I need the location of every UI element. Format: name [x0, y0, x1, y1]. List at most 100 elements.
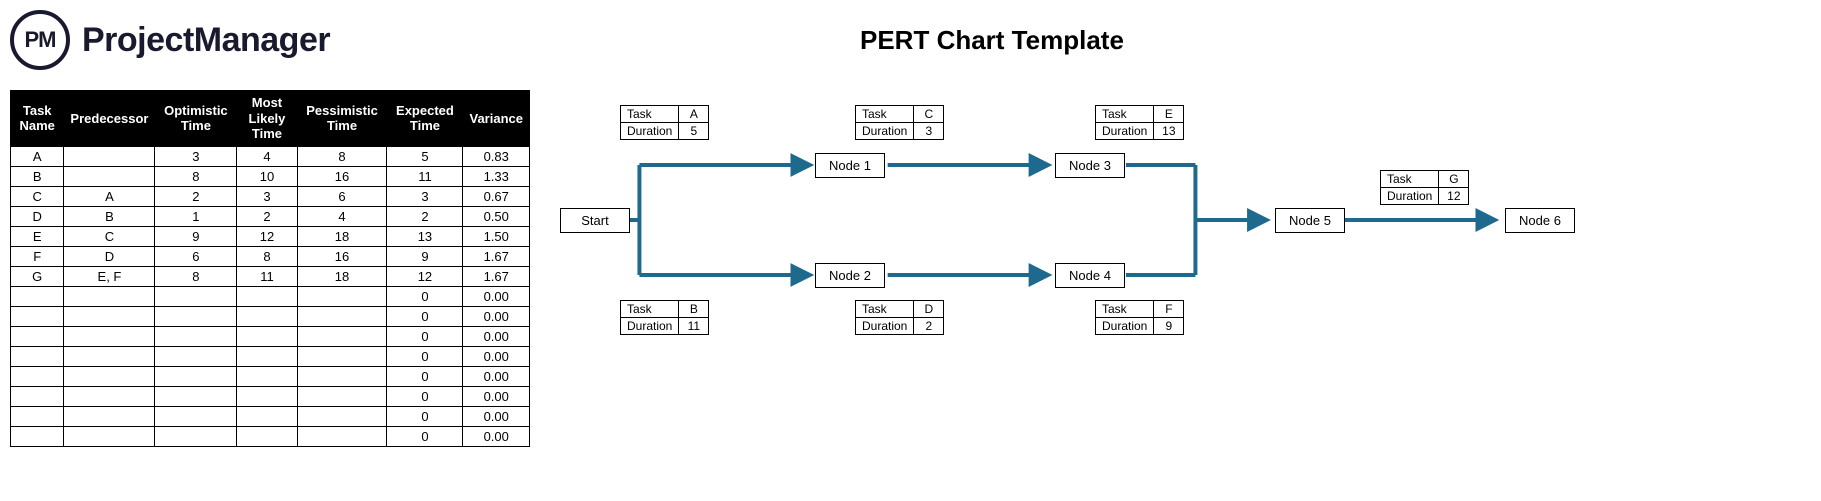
table-cell[interactable]: 1.67 [463, 246, 530, 266]
table-cell[interactable]: 8 [237, 246, 297, 266]
table-cell[interactable] [297, 426, 387, 446]
table-cell[interactable] [237, 386, 297, 406]
table-cell[interactable] [64, 346, 155, 366]
table-cell[interactable] [237, 326, 297, 346]
table-cell[interactable] [237, 306, 297, 326]
table-cell[interactable] [297, 326, 387, 346]
table-cell[interactable] [64, 386, 155, 406]
table-cell[interactable] [155, 286, 237, 306]
table-cell[interactable]: 9 [387, 246, 463, 266]
table-cell[interactable]: 0.83 [463, 146, 530, 166]
table-cell[interactable] [11, 326, 64, 346]
table-cell[interactable]: 3 [237, 186, 297, 206]
table-cell[interactable]: 11 [237, 266, 297, 286]
table-cell[interactable] [11, 286, 64, 306]
table-cell[interactable]: 16 [297, 166, 387, 186]
table-cell[interactable] [155, 346, 237, 366]
table-cell[interactable]: F [11, 246, 64, 266]
table-cell[interactable] [297, 286, 387, 306]
table-cell[interactable] [297, 306, 387, 326]
table-cell[interactable]: 2 [387, 206, 463, 226]
table-cell[interactable]: 0 [387, 326, 463, 346]
table-cell[interactable]: 9 [155, 226, 237, 246]
table-cell[interactable]: G [11, 266, 64, 286]
table-cell[interactable]: A [64, 186, 155, 206]
table-cell[interactable] [237, 426, 297, 446]
table-cell[interactable] [11, 406, 64, 426]
table-cell[interactable]: 0.67 [463, 186, 530, 206]
table-cell[interactable]: 1 [155, 206, 237, 226]
table-cell[interactable]: 1.33 [463, 166, 530, 186]
table-cell[interactable]: 0.50 [463, 206, 530, 226]
table-cell[interactable]: 0.00 [463, 426, 530, 446]
table-cell[interactable]: C [64, 226, 155, 246]
table-cell[interactable]: 4 [297, 206, 387, 226]
table-cell[interactable]: 0.00 [463, 326, 530, 346]
table-cell[interactable] [155, 386, 237, 406]
table-cell[interactable]: D [64, 246, 155, 266]
table-cell[interactable] [64, 406, 155, 426]
table-cell[interactable] [237, 346, 297, 366]
table-cell[interactable]: 1.67 [463, 266, 530, 286]
table-cell[interactable]: 0 [387, 366, 463, 386]
table-cell[interactable]: 0 [387, 406, 463, 426]
table-cell[interactable]: 2 [155, 186, 237, 206]
table-cell[interactable] [297, 346, 387, 366]
table-cell[interactable]: 0.00 [463, 286, 530, 306]
table-cell[interactable] [155, 426, 237, 446]
table-cell[interactable] [64, 146, 155, 166]
table-cell[interactable]: 0 [387, 346, 463, 366]
table-cell[interactable]: 0 [387, 426, 463, 446]
table-cell[interactable]: 16 [297, 246, 387, 266]
table-cell[interactable] [237, 366, 297, 386]
table-cell[interactable]: 8 [297, 146, 387, 166]
table-cell[interactable]: B [11, 166, 64, 186]
table-cell[interactable]: 8 [155, 166, 237, 186]
table-cell[interactable]: 0.00 [463, 386, 530, 406]
table-cell[interactable] [237, 406, 297, 426]
table-cell[interactable] [11, 426, 64, 446]
table-cell[interactable] [64, 366, 155, 386]
table-cell[interactable]: 0.00 [463, 406, 530, 426]
table-cell[interactable]: B [64, 206, 155, 226]
table-cell[interactable]: 0.00 [463, 346, 530, 366]
table-cell[interactable]: A [11, 146, 64, 166]
table-cell[interactable]: 12 [387, 266, 463, 286]
table-cell[interactable] [11, 346, 64, 366]
table-cell[interactable] [155, 406, 237, 426]
table-cell[interactable]: 10 [237, 166, 297, 186]
table-cell[interactable] [155, 306, 237, 326]
table-cell[interactable]: 8 [155, 266, 237, 286]
table-cell[interactable] [155, 326, 237, 346]
table-cell[interactable]: 18 [297, 266, 387, 286]
table-cell[interactable] [237, 286, 297, 306]
table-cell[interactable] [11, 306, 64, 326]
table-cell[interactable]: 3 [387, 186, 463, 206]
table-cell[interactable] [297, 366, 387, 386]
table-cell[interactable]: 0 [387, 306, 463, 326]
table-cell[interactable] [64, 326, 155, 346]
table-cell[interactable]: 11 [387, 166, 463, 186]
table-cell[interactable]: 2 [237, 206, 297, 226]
table-cell[interactable] [11, 386, 64, 406]
table-cell[interactable]: 6 [297, 186, 387, 206]
table-cell[interactable]: E, F [64, 266, 155, 286]
table-cell[interactable]: 13 [387, 226, 463, 246]
table-cell[interactable] [64, 166, 155, 186]
table-cell[interactable]: 3 [155, 146, 237, 166]
table-cell[interactable] [64, 426, 155, 446]
table-cell[interactable]: E [11, 226, 64, 246]
table-cell[interactable]: 0 [387, 286, 463, 306]
table-cell[interactable] [297, 386, 387, 406]
table-cell[interactable]: 0.00 [463, 306, 530, 326]
table-cell[interactable]: 0 [387, 386, 463, 406]
table-cell[interactable] [297, 406, 387, 426]
table-cell[interactable]: 6 [155, 246, 237, 266]
table-cell[interactable]: 0.00 [463, 366, 530, 386]
table-cell[interactable] [155, 366, 237, 386]
table-cell[interactable]: 4 [237, 146, 297, 166]
table-cell[interactable]: 12 [237, 226, 297, 246]
table-cell[interactable] [11, 366, 64, 386]
table-cell[interactable] [64, 306, 155, 326]
table-cell[interactable]: C [11, 186, 64, 206]
